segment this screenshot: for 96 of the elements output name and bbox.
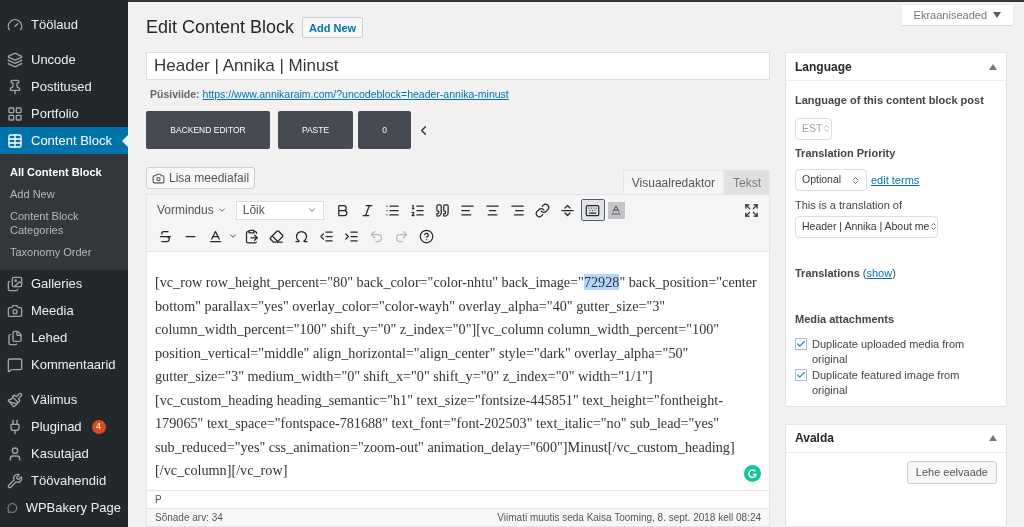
menu-label: Kasutajad [31, 444, 89, 463]
formats-menu[interactable]: Vormindus [153, 201, 231, 219]
user-icon [7, 445, 23, 462]
menu-label: Töövahendid [31, 471, 107, 490]
caret-icon [306, 205, 317, 215]
collapse-icon[interactable] [989, 63, 997, 70]
builder-button[interactable]: BACKEND EDITOR [146, 111, 270, 149]
field-label: Translation Priority [795, 145, 897, 161]
shortcode-text: [vc_row row_height_percent="80" back_color="color-nhtu" back_image="72928" back_position="center bottom" parallax="yes" overlay_color="color-wayh" overlay_alpha="40" gutter_size="3" column_width_percent="100" shift_y="0" z_index="0"][vc_column column_width_percent="100" position_vertical="middle" align_horizontal="align_center" style="dark" overlay_alpha="50" gutter_size="3" medium_width="0" shift_x="0" shift_y="0" z_index="0" width="1/1"] [vc_custom_heading heading_semantic="h1" text_size="fontsize-445851" text_height="fontheight-179065" text_space="fontspace-781688" text_font="font-202503" text_italic="no" sub_lead="yes" sub_reduced="yes" css_animation="zoom-out" animation_delay="600"]Minust[/vc_custom_heading] [/vc_column][/vc_row] [155, 273, 758, 480]
add-new-button[interactable]: Add New [302, 17, 364, 39]
panel-title: Avalda [795, 430, 834, 447]
select-arrows-icon [929, 222, 939, 231]
select-arrows-icon [822, 124, 832, 133]
paintbrush-icon [7, 391, 23, 408]
show-link[interactable]: show [866, 264, 893, 281]
sidebar-item[interactable]: Postitused [0, 73, 128, 100]
menu-label: Content Block [31, 131, 112, 150]
gauge-icon [7, 16, 23, 33]
caret-icon [216, 205, 227, 215]
sidebar-item[interactable]: Portfolio [0, 100, 128, 127]
sidebar-item[interactable]: Pluginad 4 [0, 413, 128, 440]
panel-title: Language [795, 58, 852, 76]
add-media-button[interactable]: Lisa meediafail [146, 167, 256, 189]
caret-icon[interactable] [228, 231, 238, 241]
grid-icon [7, 105, 23, 122]
editor-tab[interactable]: Tekst [724, 170, 770, 194]
wrench-icon [7, 472, 23, 489]
field-label: Language of this content block post [795, 93, 985, 108]
menu-label: Postitused [31, 77, 92, 96]
table-icon [7, 132, 23, 149]
menu-label: Kommentaarid [31, 355, 116, 374]
pin-icon [7, 78, 23, 95]
count-badge: 4 [91, 419, 106, 434]
menu-label: Välimus [31, 390, 78, 409]
last-edited-text: Viimati muutis seda Kaisa Tooming, 8. sept. 2018 kell 08:24 [497, 511, 761, 525]
submenu-item[interactable]: All Content Block [0, 162, 128, 182]
camera-icon [7, 302, 23, 319]
submenu-item[interactable]: Add New [0, 184, 128, 204]
sidebar-item[interactable]: Kasutajad [0, 440, 128, 467]
menu-label: Uncode [31, 50, 76, 69]
checkbox-label: Duplicate uploaded media from original [812, 336, 966, 367]
word-count: Sõnade arv: 34 [155, 511, 223, 525]
media-icon [152, 171, 165, 185]
builder-button[interactable]: 0 [358, 111, 411, 149]
collapse-icon[interactable] [989, 435, 997, 441]
edit-terms-link[interactable]: edit terms [871, 171, 920, 189]
screen-options-button[interactable]: Ekraaniseaded [901, 5, 1013, 25]
sidebar-item[interactable]: Töölaud [0, 11, 128, 38]
submenu-item[interactable]: Content Block Categories [0, 206, 128, 240]
translation-select[interactable]: Header | Annika | About me [795, 215, 938, 238]
page-title: Edit Content Block [146, 16, 295, 40]
plug-icon [7, 418, 23, 435]
sidebar-item[interactable]: Galleries [0, 270, 128, 297]
sidebar-item[interactable]: Content Block [0, 127, 128, 154]
dropdown-icon[interactable] [993, 12, 1001, 18]
menu-label: WPBakery Page [25, 498, 121, 517]
paren-text: ( [862, 265, 867, 281]
field-label: Media attachments [795, 312, 896, 327]
sidebar-item[interactable]: Lehed [0, 324, 128, 351]
menu-label: Meedia [31, 301, 74, 320]
paren-text: ) [892, 265, 896, 281]
menu-label: Portfolio [31, 104, 79, 123]
preview-button[interactable]: Lehe eelvaade [906, 460, 997, 484]
permalink-link[interactable]: https://www.annikaraim.com/?uncodeblock=header-annika-minust [202, 87, 509, 103]
menu-label: Lehed [31, 328, 68, 347]
checkbox-label: Duplicate featured image from original [812, 367, 961, 398]
sidebar-item[interactable]: WPBakery Page [0, 494, 128, 521]
grammar-badge-icon [744, 465, 761, 482]
builder-button[interactable]: PASTE [278, 111, 353, 149]
sidebar-item[interactable]: Töövahendid [0, 467, 128, 494]
element-path: P [155, 493, 162, 507]
checkbox[interactable] [795, 368, 807, 381]
priority-select[interactable]: Optional [795, 169, 867, 191]
sidebar-item[interactable]: Meedia [0, 297, 128, 324]
keyboard-icon[interactable] [580, 199, 605, 221]
speech-bubble-icon [7, 356, 23, 373]
editor-tab[interactable]: Visuaalredaktor [622, 170, 724, 194]
sidebar-item[interactable]: Välimus [0, 386, 128, 413]
menu-label: Pluginad [31, 417, 82, 436]
select-arrows-icon [851, 175, 860, 185]
field-label: This is a translation of [795, 198, 903, 213]
sidebar-item[interactable]: Uncode [0, 46, 128, 73]
field-label: Translations [795, 265, 860, 281]
permalink-label: Püsiviide: [150, 87, 200, 103]
menu-label: Galleries [31, 274, 83, 293]
sidebar-item[interactable]: Kommentaarid [0, 351, 128, 378]
menu-label: Töölaud [31, 15, 78, 34]
title-field[interactable]: Header | Annika | Minust [146, 51, 770, 81]
images-icon [7, 275, 23, 292]
text-style-icon[interactable] [607, 201, 625, 219]
layers-icon [7, 51, 23, 68]
current-pointer-icon [122, 135, 128, 147]
block-format-select[interactable]: Lõik [235, 200, 324, 220]
pages-icon [7, 329, 23, 346]
checkbox[interactable] [795, 337, 807, 350]
submenu-item[interactable]: Taxonomy Order [0, 242, 128, 262]
